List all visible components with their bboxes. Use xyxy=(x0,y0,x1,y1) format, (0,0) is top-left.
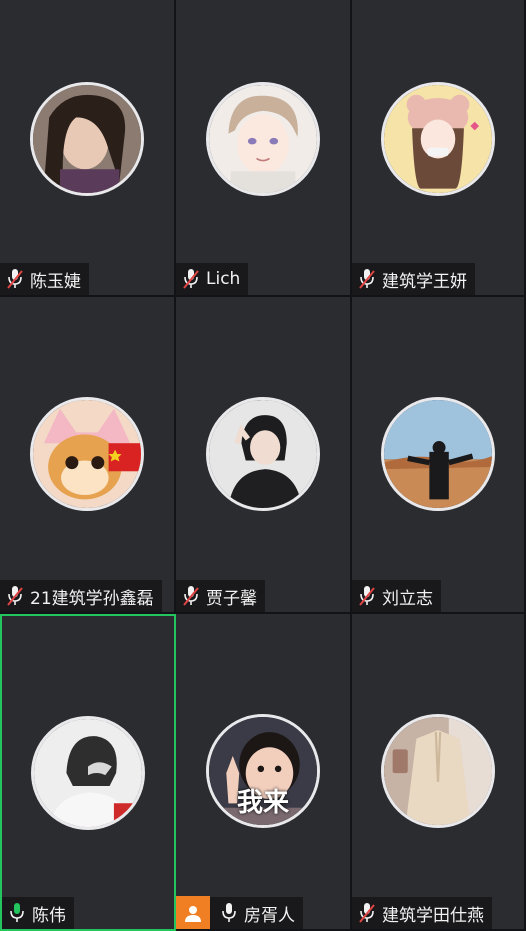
participant-tile[interactable]: Lich xyxy=(176,0,352,297)
participant-tile-speaking[interactable]: 陈伟 xyxy=(0,614,176,931)
name-bar: 21建筑学孙鑫磊 xyxy=(0,580,162,612)
avatar: 我来 xyxy=(206,714,320,828)
name-bar: 陈玉婕 xyxy=(0,263,89,295)
camera-button[interactable] xyxy=(176,896,210,929)
avatar-overlay-text: 我来 xyxy=(236,788,289,818)
name-bar: 房胥人 xyxy=(176,896,303,929)
avatar xyxy=(381,714,495,828)
mic-muted-icon[interactable] xyxy=(358,585,376,607)
avatar xyxy=(381,397,495,511)
participant-name: 建筑学王妍 xyxy=(382,271,467,292)
avatar-image-anime xyxy=(209,85,317,193)
mic-muted-icon[interactable] xyxy=(182,585,200,607)
participant-tile[interactable]: 21建筑学孙鑫磊 xyxy=(0,297,176,614)
participant-tile[interactable]: 刘立志 xyxy=(352,297,526,614)
avatar xyxy=(381,82,495,196)
avatar-image-bear-girl xyxy=(384,85,492,193)
mic-muted-icon[interactable] xyxy=(358,268,376,290)
person-camera-icon xyxy=(185,906,201,922)
avatar xyxy=(206,397,320,511)
avatar xyxy=(31,716,145,830)
avatar-image-portrait xyxy=(33,85,141,193)
name-bar: 建筑学田仕燕 xyxy=(352,897,492,929)
avatar xyxy=(206,82,320,196)
participant-tile[interactable]: 陈玉婕 xyxy=(0,0,176,297)
name-bar: 刘立志 xyxy=(352,580,441,612)
participant-name: 刘立志 xyxy=(382,588,433,609)
mic-muted-icon[interactable] xyxy=(358,902,376,924)
participant-name: 陈伟 xyxy=(32,905,66,926)
name-bar: 贾子馨 xyxy=(176,580,265,612)
participant-name: 21建筑学孙鑫磊 xyxy=(30,588,154,609)
mic-muted-icon[interactable] xyxy=(182,268,200,290)
avatar-image-cat xyxy=(33,400,141,508)
participant-tile[interactable]: 建筑学田仕燕 xyxy=(352,614,526,931)
mic-active-icon[interactable] xyxy=(8,902,26,924)
avatar-image-desert xyxy=(384,400,492,508)
participant-name: 房胥人 xyxy=(244,905,295,926)
participant-tile[interactable]: 我来 房胥人 xyxy=(176,614,352,931)
avatar-image-coat xyxy=(384,717,492,825)
name-bar: 建筑学王妍 xyxy=(352,263,475,295)
name-bar: 陈伟 xyxy=(2,897,74,929)
participant-name: 陈玉婕 xyxy=(30,271,81,292)
participant-name: 建筑学田仕燕 xyxy=(382,905,484,926)
participant-tile[interactable]: 建筑学王妍 xyxy=(352,0,526,297)
participant-name: 贾子馨 xyxy=(206,588,257,609)
participant-tile[interactable]: 贾子馨 xyxy=(176,297,352,614)
avatar-image-bw-portrait xyxy=(34,719,142,827)
mic-icon[interactable] xyxy=(220,902,238,924)
name-bar: Lich xyxy=(176,263,249,295)
avatar xyxy=(30,82,144,196)
avatar xyxy=(30,397,144,511)
participant-name: Lich xyxy=(206,269,241,289)
mic-muted-icon[interactable] xyxy=(6,268,24,290)
avatar-image-person-black-hoodie xyxy=(209,400,317,508)
participant-grid: 陈玉婕 Lich 建筑学王妍 21建筑学孙鑫磊 贾子馨 刘立志 陈伟 我来 房胥… xyxy=(0,0,526,931)
mic-muted-icon[interactable] xyxy=(6,585,24,607)
